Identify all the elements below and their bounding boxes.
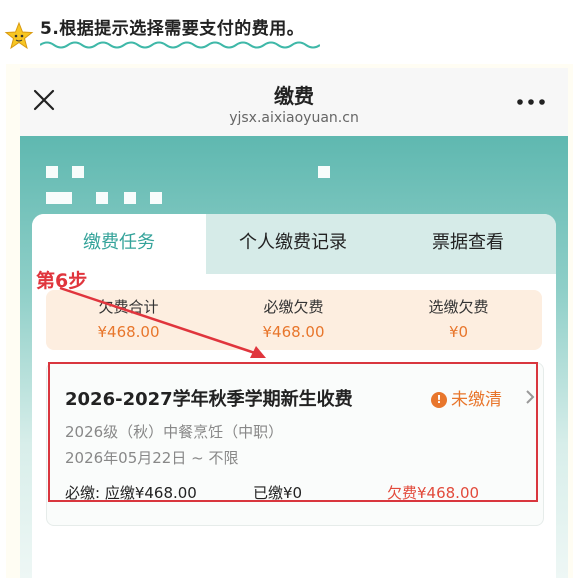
fee-paid-amount: 已缴¥0 (253, 484, 303, 502)
status-badge: ! 未缴清 (431, 385, 502, 410)
main-card: 缴费任务 个人缴费记录 票据查看 欠费合计 ¥468.00 必缴欠费 ¥468.… (32, 214, 556, 578)
browser-bar: 缴费 yjsx.aixiaoyuan.cn (20, 68, 568, 136)
blurred-info (46, 166, 58, 178)
page-title: 缴费 (274, 84, 314, 108)
step-title: 5.根据提示选择需要支付的费用。 (40, 19, 305, 39)
summary-total: 欠费合计 ¥468.00 (46, 296, 211, 341)
alert-icon: ! (431, 392, 447, 408)
summary-panel: 欠费合计 ¥468.00 必缴欠费 ¥468.00 选缴欠费 ¥0 (46, 290, 542, 350)
page-url: yjsx.aixiaoyuan.cn (229, 110, 359, 126)
tutorial-header: 5.根据提示选择需要支付的费用。 (0, 0, 579, 62)
blurred-info (124, 192, 136, 204)
summary-value: ¥468.00 (262, 323, 325, 341)
wavy-underline (40, 41, 320, 49)
step-label: 第6步 (36, 270, 88, 292)
fee-owed-amount: 欠费¥468.00 (387, 484, 480, 502)
more-icon[interactable] (516, 98, 546, 106)
fee-required-amount: 必缴: 应缴¥468.00 (65, 484, 197, 502)
fee-item-class: 2026级（秋）中餐烹饪（中职） (65, 423, 284, 441)
tab-payment-records[interactable]: 个人缴费记录 (206, 214, 380, 274)
tab-receipts[interactable]: 票据查看 (380, 214, 556, 274)
summary-optional: 选缴欠费 ¥0 (376, 296, 541, 341)
fee-item-title: 2026-2027学年秋季学期新生收费 (65, 389, 353, 410)
fee-item-date: 2026年05月22日 ~ 不限 (65, 449, 239, 467)
summary-required: 必缴欠费 ¥468.00 (211, 296, 376, 341)
blurred-info (72, 166, 84, 178)
tab-bar: 缴费任务 个人缴费记录 票据查看 (32, 214, 556, 274)
blurred-info (150, 192, 162, 204)
phone-screen: 缴费 yjsx.aixiaoyuan.cn 缴费任务 个人缴费记录 票据查看 欠… (20, 68, 568, 578)
tab-payment-tasks[interactable]: 缴费任务 (32, 214, 206, 274)
status-text: 未缴清 (451, 390, 502, 410)
chevron-right-icon (526, 390, 535, 404)
fee-item-card[interactable]: 2026-2027学年秋季学期新生收费 ! 未缴清 2026级（秋）中餐烹饪（中职… (46, 362, 544, 526)
summary-label: 欠费合计 (98, 298, 159, 316)
summary-value: ¥468.00 (97, 323, 160, 341)
blurred-info (96, 192, 108, 204)
blurred-info (318, 166, 330, 178)
star-icon (4, 21, 34, 50)
blurred-info (46, 192, 72, 204)
summary-label: 选缴欠费 (428, 298, 489, 316)
summary-value: ¥0 (448, 323, 469, 341)
summary-label: 必缴欠费 (263, 298, 324, 316)
